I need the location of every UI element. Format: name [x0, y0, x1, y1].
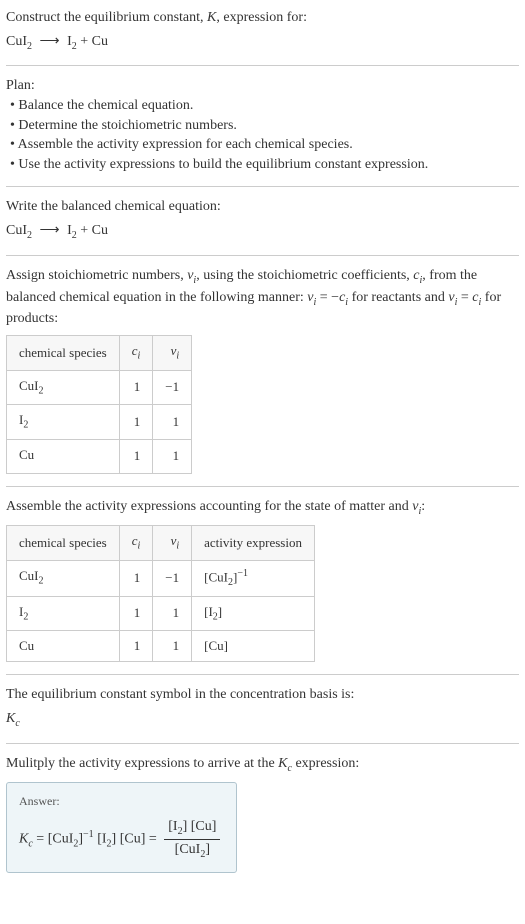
table-row: I2 1 1	[7, 405, 192, 440]
answer-box: Answer: Kc = [CuI2]−1 [I2] [Cu] = [I2] […	[6, 782, 237, 873]
activity-table: chemical species ci νi activity expressi…	[6, 525, 315, 662]
plan-title: Plan:	[6, 76, 519, 96]
product-2: Cu	[92, 34, 108, 49]
symbol-text: The equilibrium constant symbol in the c…	[6, 685, 519, 705]
table-row: CuI2 1 −1	[7, 370, 192, 405]
intro-section: Construct the equilibrium constant, K, e…	[6, 8, 519, 66]
col-activity: activity expression	[192, 526, 315, 561]
arrow-icon: ⟶	[40, 223, 60, 238]
plan-bullet-3: • Assemble the activity expression for e…	[10, 135, 519, 155]
table-header-row: chemical species ci νi	[7, 335, 192, 370]
multiply-section: Mulitply the activity expressions to arr…	[6, 754, 519, 885]
table-row: I2 1 1 [I2]	[7, 596, 315, 631]
stoich-table: chemical species ci νi CuI2 1 −1 I2 1 1 …	[6, 335, 192, 474]
multiply-text: Mulitply the activity expressions to arr…	[6, 754, 519, 776]
col-nu: νi	[153, 335, 192, 370]
balanced-title: Write the balanced chemical equation:	[6, 197, 519, 217]
unbalanced-equation: CuI2 ⟶ I2 + Cu	[6, 32, 519, 54]
stoich-section: Assign stoichiometric numbers, νi, using…	[6, 266, 519, 488]
table-row: Cu 1 1	[7, 439, 192, 474]
col-species: chemical species	[7, 526, 120, 561]
activity-section: Assemble the activity expressions accoun…	[6, 497, 519, 675]
intro-text: Construct the equilibrium constant,	[6, 10, 207, 25]
balanced-equation: CuI2 ⟶ I2 + Cu	[6, 221, 519, 243]
denominator: [CuI2]	[164, 840, 220, 862]
col-species: chemical species	[7, 335, 120, 370]
plan-bullet-2: • Determine the stoichiometric numbers.	[10, 116, 519, 136]
table-row: Cu 1 1 [Cu]	[7, 631, 315, 662]
balanced-section: Write the balanced chemical equation: Cu…	[6, 197, 519, 255]
activity-paragraph: Assemble the activity expressions accoun…	[6, 497, 519, 519]
plan-bullet-4: • Use the activity expressions to build …	[10, 155, 519, 175]
reactant: CuI2	[6, 34, 32, 49]
plan-bullet-1: • Balance the chemical equation.	[10, 96, 519, 116]
numerator: [I2] [Cu]	[164, 817, 220, 840]
answer-expression: Kc = [CuI2]−1 [I2] [Cu] = [I2] [Cu] [CuI…	[19, 817, 224, 862]
plan-section: Plan: • Balance the chemical equation. •…	[6, 76, 519, 187]
kc-symbol: Kc	[6, 709, 519, 731]
intro-suffix: , expression for:	[216, 10, 307, 25]
col-c: ci	[119, 335, 153, 370]
table-row: CuI2 1 −1 [CuI2]−1	[7, 560, 315, 596]
k-symbol: K	[207, 10, 216, 25]
answer-label: Answer:	[19, 793, 224, 810]
arrow-icon: ⟶	[40, 34, 60, 49]
symbol-section: The equilibrium constant symbol in the c…	[6, 685, 519, 743]
intro-line1: Construct the equilibrium constant, K, e…	[6, 8, 519, 28]
product-1: I2	[67, 34, 77, 49]
stoich-paragraph: Assign stoichiometric numbers, νi, using…	[6, 266, 519, 329]
table-header-row: chemical species ci νi activity expressi…	[7, 526, 315, 561]
fraction: [I2] [Cu] [CuI2]	[164, 817, 220, 862]
